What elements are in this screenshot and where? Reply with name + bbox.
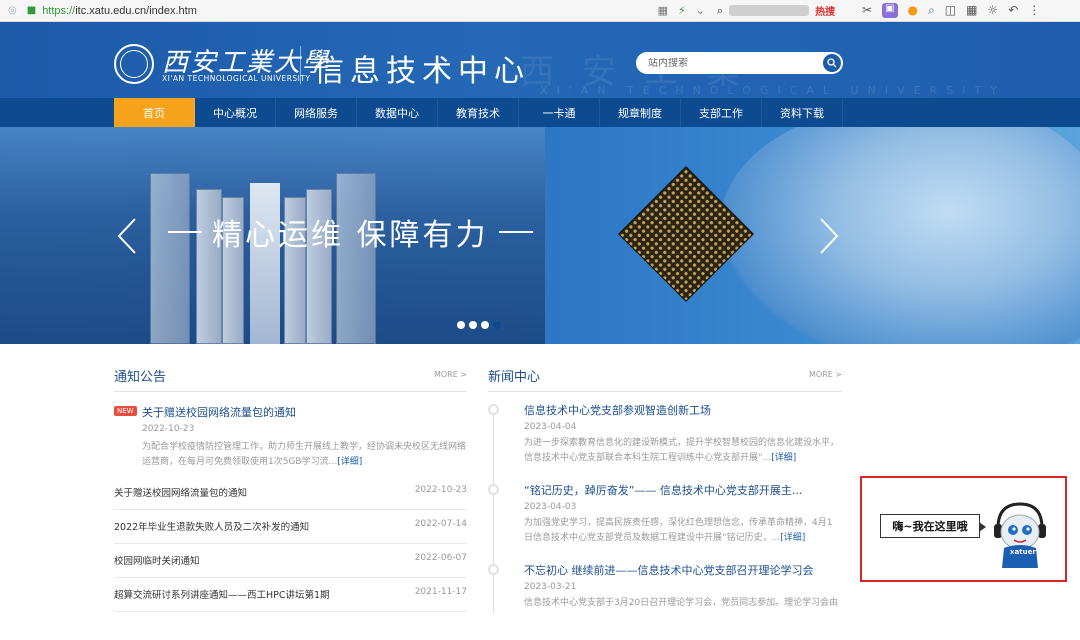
timeline-dot xyxy=(488,564,499,575)
nav-item-edutech[interactable]: 教育技术 xyxy=(438,98,519,127)
featured-notice-summary: 为配合学校疫情防控管理工作，助力师生开展线上教学，经协调未央校区无线网络运营商，… xyxy=(142,442,467,467)
news-detail-link[interactable]: [详细] xyxy=(780,533,805,543)
screenshot-icon[interactable]: ◫ xyxy=(945,3,956,18)
search-query-blurred xyxy=(729,5,810,16)
banner-slogan: 精心运维 保障有力 xyxy=(158,210,543,254)
news-item: 信息技术中心党支部参观智造创新工场 2023-04-04 为进一步探索教育信息化… xyxy=(488,400,842,480)
list-item[interactable]: 超算交流研讨系列讲座通知——西工HPC讲坛第1期 2021-11-17 xyxy=(114,578,467,612)
nav-item-card[interactable]: 一卡通 xyxy=(519,98,600,127)
scissors-icon[interactable]: ✂ xyxy=(862,3,872,18)
mascot-widget[interactable]: 嗨~我在这里哦 xatuer xyxy=(860,476,1067,582)
browser-search[interactable]: ⌕ 热搜 xyxy=(717,3,852,19)
mascot-speech-bubble: 嗨~我在这里哦 xyxy=(880,514,986,538)
page-icon: ◎ xyxy=(8,5,17,16)
news-item-summary: 为进一步探索教育信息化的建设新模式，提升学校智慧校园的信息化建设水平，信息技术中… xyxy=(524,438,840,463)
chevron-down-icon[interactable]: ⌄ xyxy=(696,4,705,17)
notices-header: 通知公告 MORE > xyxy=(114,366,467,392)
carousel-dot[interactable] xyxy=(469,321,477,329)
site-search-input[interactable] xyxy=(648,57,818,69)
logo-divider xyxy=(300,46,301,84)
news-item: 不忘初心 继续前进——信息技术中心党支部召开理论学习会 2023-03-21 信… xyxy=(488,560,842,640)
lock-icon: ■ xyxy=(26,5,37,16)
news-item-title[interactable]: “铭记历史，踔厉奋发”—— 信息技术中心党支部开展主... xyxy=(524,482,802,498)
carousel-dot[interactable] xyxy=(481,321,489,329)
main-nav: 首页 中心概况 网络服务 数据中心 教育技术 一卡通 规章制度 支部工作 资料下… xyxy=(0,98,1080,127)
apps-icon[interactable]: ▦ xyxy=(966,3,977,18)
featured-notice-detail-link[interactable]: [详细] xyxy=(337,457,362,467)
list-item[interactable]: 关于赠送校园网络流量包的通知 2022-10-23 xyxy=(114,476,467,510)
menu-icon[interactable]: ⋮ xyxy=(1028,3,1040,18)
undo-icon[interactable]: ↶ xyxy=(1008,3,1018,18)
new-badge: NEW xyxy=(114,406,137,416)
news-title: 新闻中心 xyxy=(488,370,541,385)
nav-item-home[interactable]: 首页 xyxy=(114,98,195,127)
header-watermark-en: XI'AN TECHNOLOGICAL UNIVERSITY xyxy=(540,84,1006,97)
list-item[interactable]: 校园网临时关闭通知 2022-06-07 xyxy=(114,544,467,578)
address-bar[interactable]: ◎ ■ https://itc.xatu.edu.cn/index.htm ▦ … xyxy=(8,2,713,20)
site-title: 信息技术中心 xyxy=(314,54,530,89)
featured-notice-date: 2022-10-23 xyxy=(142,424,195,434)
news-more-link[interactable]: MORE > xyxy=(809,370,842,379)
search-icon xyxy=(827,58,837,68)
url-text[interactable]: https://itc.xatu.edu.cn/index.htm xyxy=(42,5,197,17)
nav-item-party[interactable]: 支部工作 xyxy=(681,98,762,127)
bolt-icon[interactable]: ⚡ xyxy=(678,4,686,17)
brightness-icon[interactable]: ☼ xyxy=(987,3,998,18)
news-detail-link[interactable]: [详细] xyxy=(771,453,796,463)
nav-item-overview[interactable]: 中心概况 xyxy=(195,98,276,127)
site-header: 西安工業 XI'AN TECHNOLOGICAL UNIVERSITY 西安工業… xyxy=(0,22,1080,98)
news-item-summary: 信息技术中心党支部于3月20日召开理论学习会，党员同志参加。理论学习会由 xyxy=(524,598,839,608)
nav-item-rules[interactable]: 规章制度 xyxy=(600,98,681,127)
robot-hand-image xyxy=(720,127,1080,344)
news-item-title[interactable]: 不忘初心 继续前进——信息技术中心党支部召开理论学习会 xyxy=(524,562,814,578)
carousel-next-button[interactable] xyxy=(818,216,840,256)
site-search-button[interactable] xyxy=(823,54,841,72)
featured-notice-title[interactable]: 关于赠送校园网络流量包的通知 xyxy=(142,404,296,420)
mascot-label: xatuer xyxy=(1010,548,1036,556)
notice-list: 关于赠送校园网络流量包的通知 2022-10-23 2022年毕业生退款失败人员及… xyxy=(114,476,467,612)
news-item: “铭记历史，踔厉奋发”—— 信息技术中心党支部开展主... 2023-04-03… xyxy=(488,480,842,560)
notices-more-link[interactable]: MORE > xyxy=(434,370,467,379)
microchip-image xyxy=(618,166,754,302)
coin-icon[interactable]: ● xyxy=(908,3,918,18)
nav-item-downloads[interactable]: 资料下载 xyxy=(762,98,843,127)
news-item-date: 2023-04-04 xyxy=(524,422,577,432)
university-seal-icon[interactable] xyxy=(114,44,154,84)
timeline-dot xyxy=(488,404,499,415)
news-item-summary: 为加强党史学习，提高民族责任感，深化红色理想信念，传承革命精神，4月1日信息技术… xyxy=(524,518,833,543)
hot-search-label[interactable]: 热搜 xyxy=(815,3,835,18)
list-item[interactable]: 2022年毕业生退款失败人员及二次补发的通知 2022-07-14 xyxy=(114,510,467,544)
news-list: 信息技术中心党支部参观智造创新工场 2023-04-04 为进一步探索教育信息化… xyxy=(488,400,842,640)
news-item-date: 2023-04-03 xyxy=(524,502,577,512)
carousel-prev-button[interactable] xyxy=(116,216,138,256)
chevron-right-icon xyxy=(820,218,839,254)
extension-icon[interactable]: ▣ xyxy=(882,3,898,18)
carousel-dot[interactable] xyxy=(457,321,465,329)
news-item-title[interactable]: 信息技术中心党支部参观智造创新工场 xyxy=(524,402,711,418)
grid-icon[interactable]: ▦ xyxy=(658,4,668,17)
magnifier-icon[interactable]: ⌕ xyxy=(928,3,935,18)
news-item-date: 2023-03-21 xyxy=(524,582,577,592)
carousel-dots xyxy=(457,321,501,329)
mascot-robot-icon[interactable] xyxy=(990,498,1050,570)
nav-item-network[interactable]: 网络服务 xyxy=(276,98,357,127)
notices-title: 通知公告 xyxy=(114,370,167,385)
news-header: 新闻中心 MORE > xyxy=(488,366,842,392)
timeline-dot xyxy=(488,484,499,495)
carousel-dot-active[interactable] xyxy=(493,321,501,329)
browser-toolbar: ◎ ■ https://itc.xatu.edu.cn/index.htm ▦ … xyxy=(0,0,1080,22)
search-icon: ⌕ xyxy=(717,3,724,17)
site-search xyxy=(636,52,843,74)
university-name-en: XI'AN TECHNOLOGICAL UNIVERSITY xyxy=(162,74,311,83)
nav-item-datacenter[interactable]: 数据中心 xyxy=(357,98,438,127)
chevron-left-icon xyxy=(117,218,136,254)
